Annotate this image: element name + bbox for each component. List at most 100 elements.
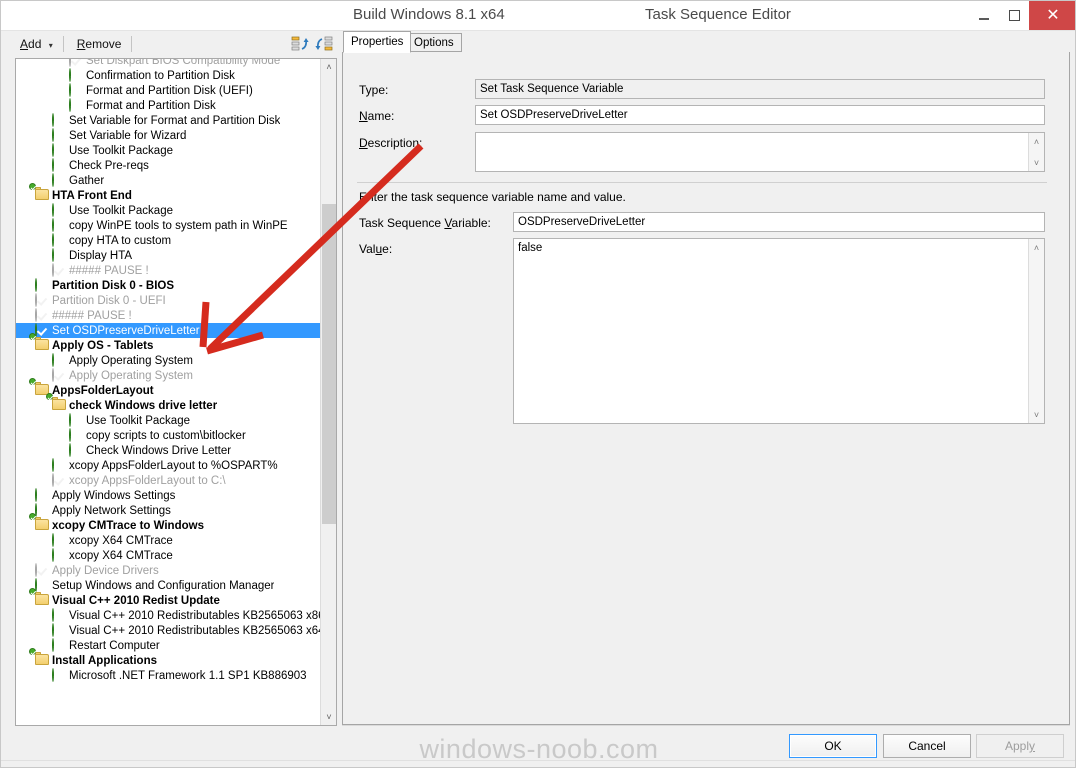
tree-item[interactable]: xcopy X64 CMTrace [16, 548, 321, 563]
tree-scrollbar-thumb[interactable] [322, 204, 336, 524]
window-app-title: Task Sequence Editor [645, 6, 791, 23]
tree-item-label: Apply OS - Tablets [52, 339, 154, 352]
tree-item[interactable]: Display HTA [16, 248, 321, 263]
tree-item-label: Apply Operating System [69, 354, 194, 367]
tree-item[interactable]: Setup Windows and Configuration Manager [16, 578, 321, 593]
tree-item-selected[interactable]: Set OSDPreserveDriveLetter [16, 323, 321, 338]
tree-item[interactable]: check Windows drive letter [16, 393, 321, 413]
move-up-icon[interactable] [291, 35, 309, 53]
disabled-step-icon [35, 308, 48, 322]
value-scroll-up-icon[interactable]: ˄ [1029, 240, 1044, 255]
variable-access-key: V [444, 216, 452, 230]
tree-item[interactable]: Check Pre-reqs [16, 158, 321, 173]
description-scrollbar[interactable]: ˄ ˅ [1028, 133, 1044, 171]
tree-item[interactable]: Apply Operating System [16, 368, 321, 383]
close-button[interactable]: ✕ [1029, 1, 1075, 30]
enabled-step-icon [52, 353, 65, 367]
tab-properties[interactable]: Properties [343, 31, 412, 53]
variable-input[interactable]: OSDPreserveDriveLetter [513, 212, 1045, 232]
tree-item-label: Set OSDPreserveDriveLetter [52, 324, 200, 337]
tab-options[interactable]: Options [406, 33, 462, 52]
remove-label-rest: emove [85, 37, 122, 51]
tree-item[interactable]: Use Toolkit Package [16, 413, 321, 428]
move-down-icon[interactable] [315, 35, 333, 53]
tree-item-label: Format and Partition Disk [86, 99, 216, 112]
tree-item[interactable]: Visual C++ 2010 Redistributables KB25650… [16, 623, 321, 638]
tree-item[interactable]: copy HTA to custom [16, 233, 321, 248]
tree-item[interactable]: Apply Operating System [16, 353, 321, 368]
tree-item[interactable]: Set Variable for Wizard [16, 128, 321, 143]
tree-item[interactable]: Gather [16, 173, 321, 188]
maximize-icon [1008, 10, 1020, 21]
tree-item[interactable]: ##### PAUSE ! [16, 263, 321, 278]
tree-item[interactable]: xcopy AppsFolderLayout to C:\ [16, 473, 321, 488]
enabled-step-icon [52, 173, 65, 187]
section-divider [357, 182, 1047, 183]
name-input[interactable]: Set OSDPreserveDriveLetter [475, 105, 1045, 125]
tree-item[interactable]: Set Variable for Format and Partition Di… [16, 113, 321, 128]
scroll-up-icon[interactable]: ˄ [321, 59, 336, 75]
tree-item[interactable]: Use Toolkit Package [16, 143, 321, 158]
tree-item-label: Set Diskpart BIOS Compatibility Mode [86, 59, 281, 67]
tree-item[interactable]: copy scripts to custom\bitlocker [16, 428, 321, 443]
tree-scrollbar[interactable]: ˄ ˅ [320, 59, 336, 725]
tree-item[interactable]: Apply Device Drivers [16, 563, 321, 578]
description-scroll-up-icon[interactable]: ˄ [1029, 134, 1044, 149]
tree-item[interactable]: Partition Disk 0 - BIOS [16, 278, 321, 293]
watermark-rule [1, 760, 1075, 761]
tree-item[interactable]: Set Diskpart BIOS Compatibility Mode [16, 59, 321, 68]
tree-item-label: copy HTA to custom [69, 234, 172, 247]
value-scrollbar[interactable]: ˄ ˅ [1028, 239, 1044, 423]
value-textarea[interactable]: false ˄ ˅ [513, 238, 1045, 424]
toolbar-separator-2 [131, 36, 133, 52]
minimize-button[interactable] [969, 1, 999, 30]
tree-item[interactable]: Visual C++ 2010 Redistributables KB25650… [16, 608, 321, 623]
tree-item-label: Use Toolkit Package [69, 144, 173, 157]
tree-item[interactable]: AppsFolderLayout [16, 378, 321, 398]
description-scroll-down-icon[interactable]: ˅ [1029, 155, 1044, 170]
tree-item[interactable]: Partition Disk 0 - UEFI [16, 293, 321, 308]
tree-item-label: xcopy AppsFolderLayout to %OSPART% [69, 459, 278, 472]
tree-item[interactable]: Format and Partition Disk [16, 98, 321, 113]
tree-item[interactable]: xcopy X64 CMTrace [16, 533, 321, 548]
task-sequence-editor-window: Build Windows 8.1 x64 Task Sequence Edit… [0, 0, 1076, 768]
remove-button[interactable]: Remove [70, 35, 129, 53]
enabled-step-icon [52, 533, 65, 547]
tree-item[interactable]: xcopy CMTrace to Windows [16, 513, 321, 533]
close-icon: ✕ [1046, 6, 1060, 24]
add-label-rest: dd [28, 37, 42, 51]
name-access-key: N [359, 109, 368, 123]
description-textarea[interactable]: ˄ ˅ [475, 132, 1045, 172]
tree-item[interactable]: xcopy AppsFolderLayout to %OSPART% [16, 458, 321, 473]
task-sequence-tree[interactable]: Set Diskpart BIOS Compatibility Mode Conf… [16, 59, 321, 725]
disabled-step-icon [52, 473, 65, 487]
tree-item[interactable]: copy WinPE tools to system path in WinPE [16, 218, 321, 233]
tree-item[interactable]: HTA Front End [16, 183, 321, 203]
tree-item[interactable]: Apply Windows Settings [16, 488, 321, 503]
instruction-text: Enter the task sequence variable name an… [359, 190, 626, 204]
enabled-step-icon [52, 113, 65, 127]
tree-item[interactable]: Restart Computer [16, 638, 321, 653]
folder-icon [29, 588, 49, 607]
add-button[interactable]: Add ▾ [13, 35, 60, 53]
enabled-step-icon [52, 233, 65, 247]
maximize-button[interactable] [999, 1, 1029, 30]
scroll-down-icon[interactable]: ˅ [321, 709, 336, 725]
value-scroll-down-icon[interactable]: ˅ [1029, 407, 1044, 422]
tree-item[interactable]: Install Applications [16, 648, 321, 668]
tree-item-label: Use Toolkit Package [69, 204, 173, 217]
value-label: Value: [359, 242, 393, 256]
tree-item[interactable]: Visual C++ 2010 Redist Update [16, 588, 321, 608]
tree-item[interactable]: ##### PAUSE ! [16, 308, 321, 323]
tree-item[interactable]: Apply Network Settings [16, 503, 321, 518]
tree-item[interactable]: Format and Partition Disk (UEFI) [16, 83, 321, 98]
tree-item-label: ##### PAUSE ! [52, 309, 132, 322]
tree-item[interactable]: Microsoft .NET Framework 1.1 SP1 KB88690… [16, 668, 321, 683]
tree-item[interactable]: Check Windows Drive Letter [16, 443, 321, 458]
tree-item-label: Gather [69, 174, 105, 187]
tree-item[interactable]: Use Toolkit Package [16, 203, 321, 218]
tree-item[interactable]: Apply OS - Tablets [16, 333, 321, 353]
tree-item[interactable]: Confirmation to Partition Disk [16, 68, 321, 83]
tree-item-label: Setup Windows and Configuration Manager [52, 579, 275, 592]
tree-item-label: HTA Front End [52, 189, 132, 202]
